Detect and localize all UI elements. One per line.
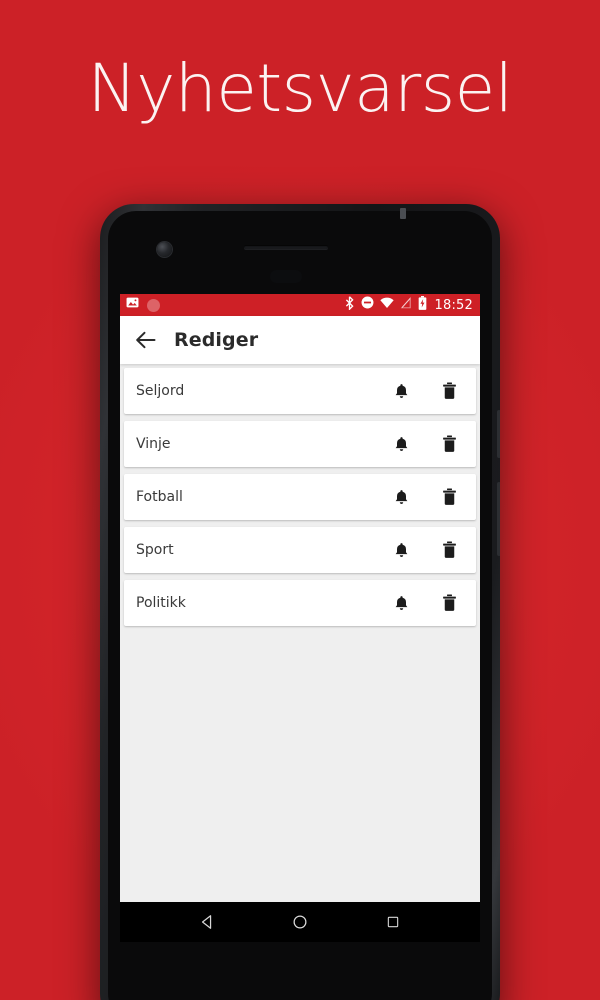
list-item-label: Sport	[136, 542, 174, 558]
screenshot-icon	[126, 296, 139, 314]
home-nav-button[interactable]	[289, 911, 311, 933]
bell-icon[interactable]	[388, 431, 414, 457]
trash-icon[interactable]	[436, 590, 462, 616]
status-left-icons	[126, 296, 160, 314]
wifi-icon	[379, 296, 394, 314]
bell-icon[interactable]	[388, 378, 414, 404]
status-bar: 18:52	[120, 294, 480, 316]
earpiece-speaker	[244, 245, 328, 249]
list-item[interactable]: Sport	[124, 527, 476, 573]
bell-icon[interactable]	[388, 537, 414, 563]
trash-icon[interactable]	[436, 378, 462, 404]
list-item-label: Seljord	[136, 383, 185, 399]
status-right-icons: 18:52	[344, 295, 473, 315]
promo-poster: Nyhetsvarsel 18:52 Rediger Seljord Vinje…	[0, 0, 600, 1000]
app-bar: Rediger	[120, 316, 480, 364]
android-nav-bar	[120, 902, 480, 942]
proximity-sensor	[270, 270, 302, 283]
bluetooth-icon	[344, 295, 355, 315]
phone-screen: 18:52 Rediger Seljord Vinje Fotball Spor…	[120, 294, 480, 942]
bell-icon[interactable]	[388, 590, 414, 616]
list-item[interactable]: Seljord	[124, 368, 476, 414]
list-item[interactable]: Vinje	[124, 421, 476, 467]
do-not-disturb-icon	[361, 296, 374, 314]
bell-icon[interactable]	[388, 484, 414, 510]
phone-device: 18:52 Rediger Seljord Vinje Fotball Spor…	[100, 204, 500, 1000]
topic-list: Seljord Vinje Fotball Sport Politikk	[120, 364, 480, 902]
list-item[interactable]: Fotball	[124, 474, 476, 520]
arrow-left-icon[interactable]	[134, 328, 158, 352]
volume-rocker[interactable]	[497, 482, 500, 556]
page-title: Nyhetsvarsel	[87, 50, 513, 127]
list-item-label: Fotball	[136, 489, 183, 505]
status-clock: 18:52	[434, 297, 473, 313]
antenna-stripe	[400, 208, 406, 219]
battery-charging-icon	[418, 295, 427, 315]
trash-icon[interactable]	[436, 537, 462, 563]
front-camera-icon	[157, 242, 172, 257]
back-nav-button[interactable]	[196, 911, 218, 933]
power-button[interactable]	[497, 410, 500, 458]
app-bar-title: Rediger	[174, 329, 259, 351]
recents-nav-button[interactable]	[382, 911, 404, 933]
signal-off-icon	[400, 296, 412, 314]
list-item-label: Politikk	[136, 595, 186, 611]
list-item-label: Vinje	[136, 436, 171, 452]
trash-icon[interactable]	[436, 484, 462, 510]
screen-record-icon	[147, 298, 160, 312]
list-item[interactable]: Politikk	[124, 580, 476, 626]
trash-icon[interactable]	[436, 431, 462, 457]
